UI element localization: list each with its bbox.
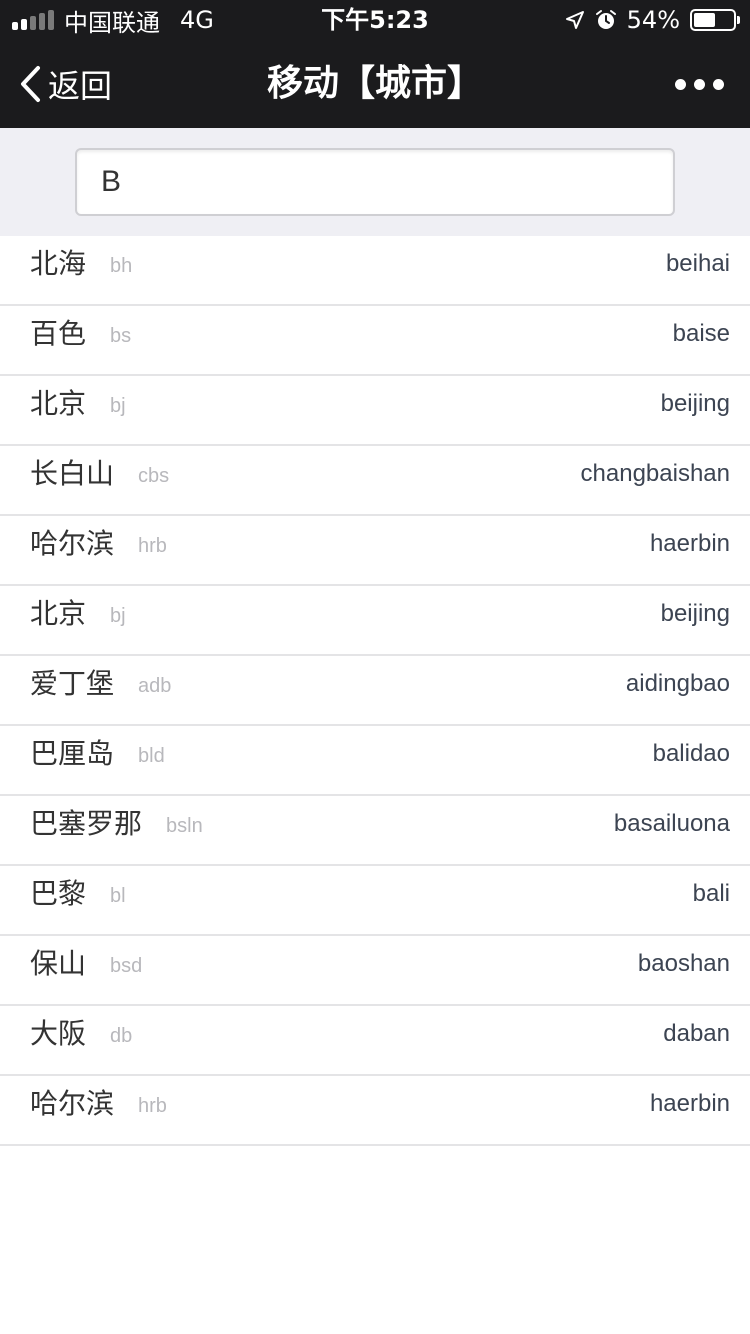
city-pinyin: beijing	[660, 600, 730, 627]
city-abbr: bl	[110, 885, 126, 907]
city-abbr: bj	[110, 605, 126, 627]
location-arrow-icon	[565, 11, 584, 29]
city-pinyin: baise	[672, 320, 730, 347]
city-list-item[interactable]: 爱丁堡 adb aidingbao	[0, 656, 750, 726]
city-pinyin: changbaishan	[580, 460, 730, 487]
page-title: 移动【城市】	[266, 63, 483, 104]
city-abbr: bsln	[166, 815, 203, 837]
city-name: 大阪	[30, 1017, 87, 1050]
city-name: 巴黎	[30, 877, 87, 910]
status-bar: 中国联通 4G 下午5:23 54%	[0, 0, 750, 40]
city-list-item[interactable]: 北京 bj beijing	[0, 376, 750, 446]
battery-fill	[694, 13, 715, 27]
city-list-item[interactable]: 北京 bj beijing	[0, 586, 750, 656]
city-abbr: cbs	[138, 465, 170, 487]
city-pinyin: haerbin	[649, 530, 730, 557]
alarm-icon	[595, 10, 616, 29]
city-abbr: adb	[138, 675, 172, 697]
city-pinyin: baoshan	[637, 950, 730, 977]
city-abbr: hrb	[138, 535, 167, 557]
battery-percent: 54%	[626, 6, 680, 34]
city-name: 北海	[30, 247, 87, 280]
city-abbr: bh	[110, 255, 133, 277]
search-area	[0, 128, 750, 236]
city-pinyin: basailuona	[613, 810, 730, 837]
city-name: 巴厘岛	[30, 737, 115, 770]
city-name: 保山	[30, 947, 87, 980]
city-list-item[interactable]: 长白山 cbs changbaishan	[0, 446, 750, 516]
city-abbr: bj	[110, 395, 126, 417]
city-name: 北京	[30, 387, 87, 420]
city-name: 北京	[30, 597, 87, 630]
city-list-item[interactable]: 大阪 db daban	[0, 1006, 750, 1076]
city-pinyin: beihai	[665, 250, 730, 277]
battery-icon	[690, 9, 740, 31]
chevron-left-icon	[21, 66, 40, 102]
city-list-item[interactable]: 百色 bs baise	[0, 306, 750, 376]
city-abbr: hrb	[138, 1095, 167, 1117]
status-right: 54%	[565, 0, 740, 40]
city-name: 长白山	[30, 457, 115, 490]
more-dots-icon[interactable]	[675, 40, 724, 128]
search-input[interactable]	[75, 148, 675, 216]
city-name: 爱丁堡	[30, 667, 115, 700]
city-name: 百色	[30, 317, 87, 350]
city-list: 北海 bh beihai 百色 bs baise 北京 bj beijing 长白山 cbs chan…	[0, 236, 750, 1146]
city-list-item[interactable]: 哈尔滨 hrb haerbin	[0, 516, 750, 586]
city-pinyin: aidingbao	[625, 670, 730, 697]
city-pinyin: balidao	[652, 740, 730, 767]
city-pinyin: daban	[663, 1020, 730, 1047]
back-label: 返回	[48, 67, 113, 105]
nav-bar: 返回 移动【城市】	[0, 40, 750, 128]
city-abbr: db	[110, 1025, 133, 1047]
city-list-item[interactable]: 北海 bh beihai	[0, 236, 750, 306]
back-button[interactable]: 返回	[18, 40, 112, 128]
city-list-item[interactable]: 保山 bsd baoshan	[0, 936, 750, 1006]
city-list-item[interactable]: 巴黎 bl bali	[0, 866, 750, 936]
city-pinyin: bali	[692, 880, 730, 907]
city-pinyin: haerbin	[649, 1090, 730, 1117]
city-pinyin: beijing	[660, 390, 730, 417]
city-name: 哈尔滨	[30, 1087, 115, 1120]
city-list-item[interactable]: 巴塞罗那 bsln basailuona	[0, 796, 750, 866]
city-abbr: bld	[138, 745, 165, 767]
city-list-item[interactable]: 巴厘岛 bld balidao	[0, 726, 750, 796]
city-abbr: bsd	[110, 955, 143, 977]
city-name: 哈尔滨	[30, 527, 115, 560]
city-abbr: bs	[110, 325, 132, 347]
city-name: 巴塞罗那	[30, 807, 143, 840]
city-list-item[interactable]: 哈尔滨 hrb haerbin	[0, 1076, 750, 1146]
